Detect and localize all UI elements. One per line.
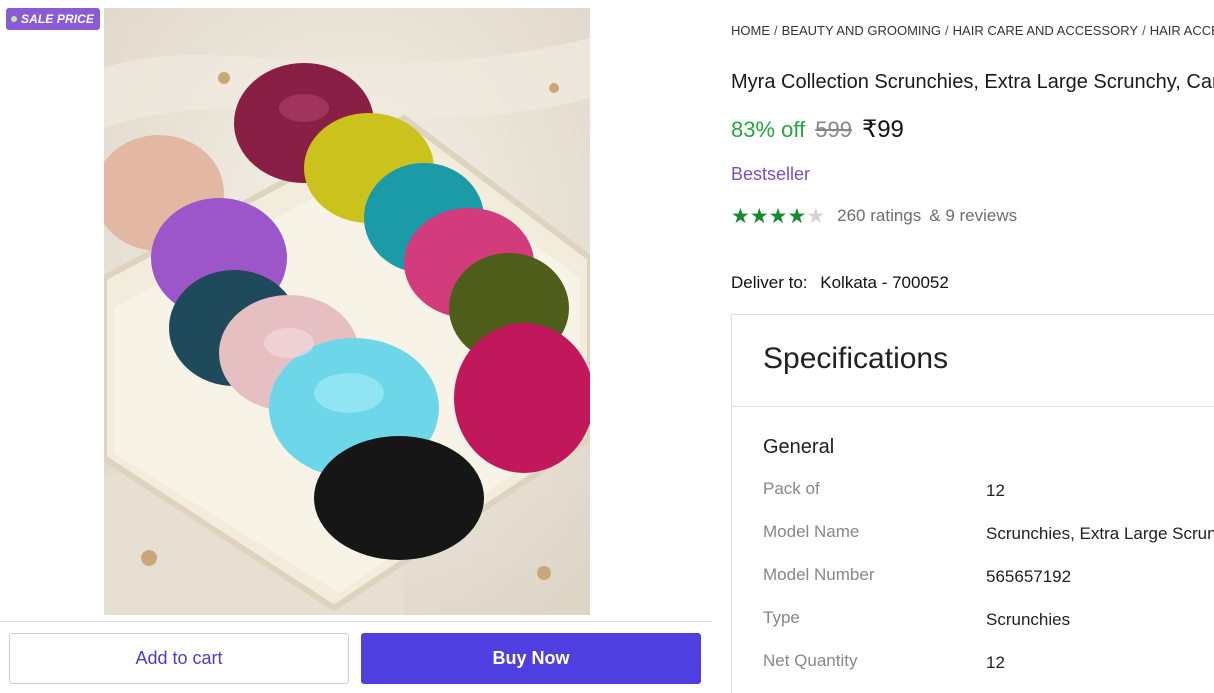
rating-row[interactable]: ★ ★ ★ ★ ★ 260 ratings & 9 reviews (731, 205, 1017, 227)
ratings-count[interactable]: 260 ratings (837, 206, 921, 226)
product-title: Myra Collection Scrunchies, Extra Large … (731, 71, 1214, 93)
sale-price-label: SALE PRICE (21, 12, 95, 26)
spec-key: Net Quantity (763, 651, 858, 670)
star-icon: ★ (749, 204, 769, 228)
star-icon: ★ (806, 204, 826, 228)
spec-value: 565657192 (986, 567, 1072, 586)
spec-key: Model Number (763, 565, 875, 584)
spec-group-title: General (763, 436, 835, 458)
buy-now-button[interactable]: Buy Now (361, 633, 701, 684)
specifications-title: Specifications (763, 342, 949, 375)
delivery-location[interactable]: Deliver to: Kolkata - 700052 (731, 273, 949, 293)
discount-percent: 83% off (731, 117, 806, 142)
deliver-to-label: Deliver to: (731, 273, 808, 292)
spec-value: Scrunchies, Extra Large Scrunchy (986, 524, 1214, 543)
specifications-header: Specifications (732, 315, 1214, 407)
rating-stars: ★ ★ ★ ★ ★ (731, 205, 825, 227)
add-to-cart-button[interactable]: Add to cart (9, 633, 349, 684)
breadcrumb-beauty-grooming[interactable]: BEAUTY AND GROOMING (782, 23, 941, 38)
bestseller-tag: Bestseller (731, 164, 811, 184)
breadcrumb-separator: / (1142, 23, 1146, 38)
spec-key: Model Name (763, 522, 860, 541)
breadcrumb-hair-care[interactable]: HAIR CARE AND ACCESSORY (953, 23, 1138, 38)
star-icon: ★ (768, 204, 788, 228)
dot-icon (11, 16, 17, 22)
spec-value: 12 (986, 481, 1005, 500)
original-price: 599 (815, 117, 852, 142)
product-details: HOME / BEAUTY AND GROOMING / HAIR CARE AND A… (731, 0, 1214, 693)
scrunchies-photo (104, 8, 590, 615)
price-row: 83% off 599 ₹99 (731, 115, 904, 144)
product-gallery: SALE PRICE Add to cart Buy Now (0, 0, 712, 693)
star-icon: ★ (731, 204, 750, 228)
breadcrumb-home[interactable]: HOME (731, 23, 770, 38)
specifications-panel: Specifications General Pack of 12 Model … (731, 314, 1214, 693)
breadcrumb-separator: / (774, 23, 778, 38)
spec-value: Scrunchies (986, 610, 1071, 629)
breadcrumb: HOME / BEAUTY AND GROOMING / HAIR CARE AND A… (731, 23, 1214, 38)
action-bar: Add to cart Buy Now (0, 621, 712, 693)
reviews-count[interactable]: & 9 reviews (929, 206, 1017, 226)
selling-price: ₹99 (861, 116, 904, 143)
breadcrumb-separator: / (945, 23, 949, 38)
spec-key: Pack of (763, 479, 820, 498)
spec-value: 12 (986, 653, 1005, 672)
breadcrumb-hair-accessory[interactable]: HAIR ACCESSORY (1150, 23, 1214, 38)
product-image[interactable] (104, 8, 590, 615)
star-icon: ★ (787, 204, 807, 228)
sale-price-badge: SALE PRICE (6, 8, 101, 30)
delivery-location-value[interactable]: Kolkata - 700052 (820, 273, 949, 292)
spec-key: Type (763, 608, 800, 627)
